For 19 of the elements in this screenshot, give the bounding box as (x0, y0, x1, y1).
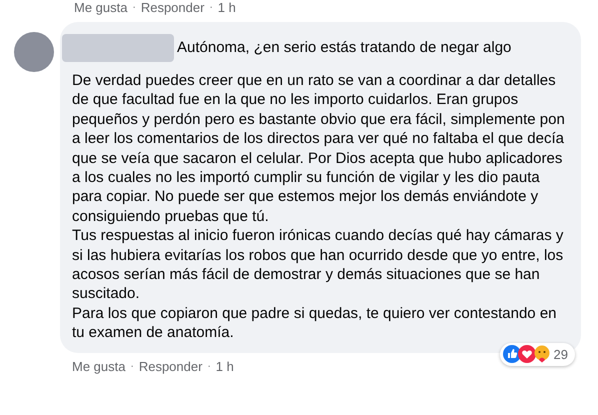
timestamp: 1 h (216, 358, 234, 376)
comment-text: Tus respuestas al inicio fueron irónicas cuando decías qué hay cámaras y si las hubiera evitarías los robos que han ocurrido desde que yo entre, los acosos serían más fácil de demostrar y demás situaciones que se han suscitado. (72, 226, 564, 304)
comment-text: Autónoma, ¿en serio estás tratando de negar algo (177, 38, 512, 58)
hugging-emoji-icon (532, 345, 551, 364)
comment-text: Para los que copiaron que padre si quedas, te quiero ver contestando en tu examen de anatomía. (72, 304, 558, 343)
reactions-summary[interactable]: 29 (500, 342, 575, 366)
separator-dot: · (129, 360, 135, 374)
reply-link[interactable]: Responder (138, 356, 202, 376)
reaction-count: 29 (554, 346, 569, 364)
thumbs-up-icon (502, 345, 521, 364)
separator-dot: · (206, 360, 212, 374)
avatar[interactable] (14, 32, 54, 72)
like-link[interactable]: Me gusta (72, 356, 126, 376)
timestamp: 1 h (218, 0, 236, 16)
like-link[interactable]: Me gusta (74, 0, 128, 16)
separator-dot: · (208, 1, 214, 15)
separator-dot: · (131, 1, 137, 15)
reply-link[interactable]: Responder (140, 0, 204, 16)
comment-text: De verdad puedes creer que en un rato se van a coordinar a dar detalles de que facultad fue en la que no les importo cuidarlos. Eran grupos pequeños y perdón pero es bastante obvio que era fácil, simplemente pon a leer los comentarios de los directos para ver qué no faltaba el que decía que se veía que sacaron el celular. Por Dios acepta que hubo aplicadores a los cuales no les importó cumplir su función de vigilar y les dio pauta para copiar. No puede ser que estemos mejor los demás enviándote y consiguiendo pruebas que tú. (72, 71, 566, 226)
